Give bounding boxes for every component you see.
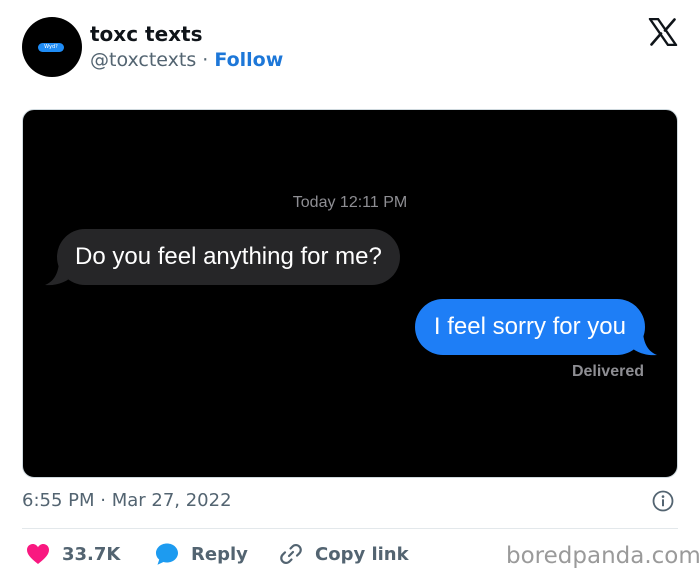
- incoming-message-bubble: Do you feel anything for me?: [57, 229, 400, 285]
- author-name[interactable]: toxc texts: [90, 22, 203, 46]
- post-timestamp[interactable]: 6:55 PM · Mar 27, 2022: [22, 489, 232, 513]
- link-icon: [280, 543, 302, 565]
- footer-divider: [22, 528, 678, 529]
- copy-link-button[interactable]: Copy link: [279, 541, 409, 567]
- reply-label: Reply: [191, 543, 248, 565]
- outgoing-message-bubble: I feel sorry for you: [414, 299, 645, 355]
- author-handle[interactable]: @toxctexts: [90, 49, 196, 71]
- author-avatar[interactable]: Wyd?: [22, 17, 82, 77]
- message-screenshot[interactable]: Today 12:11 PM Do you feel anything for …: [22, 109, 678, 478]
- info-icon[interactable]: [652, 490, 674, 512]
- delivery-status: Delivered: [571, 363, 644, 380]
- reply-button[interactable]: Reply: [155, 541, 248, 567]
- avatar-message-pill: Wyd?: [38, 43, 64, 52]
- follow-button[interactable]: Follow: [214, 49, 283, 71]
- copy-link-label: Copy link: [315, 543, 409, 565]
- like-button[interactable]: 33.7K: [26, 541, 120, 567]
- speech-bubble-icon: [156, 543, 178, 565]
- author-handle-line: @toxctexts · Follow: [90, 48, 283, 72]
- message-timestamp: Today 12:11 PM: [292, 194, 408, 211]
- handle-separator: ·: [202, 49, 209, 71]
- x-logo-icon[interactable]: [648, 18, 678, 46]
- tweet-card: Wyd? toxc texts @toxctexts · Follow Toda…: [0, 0, 700, 581]
- like-count: 33.7K: [62, 543, 121, 565]
- source-watermark: boredpanda.com: [506, 543, 700, 569]
- heart-icon: [27, 544, 49, 564]
